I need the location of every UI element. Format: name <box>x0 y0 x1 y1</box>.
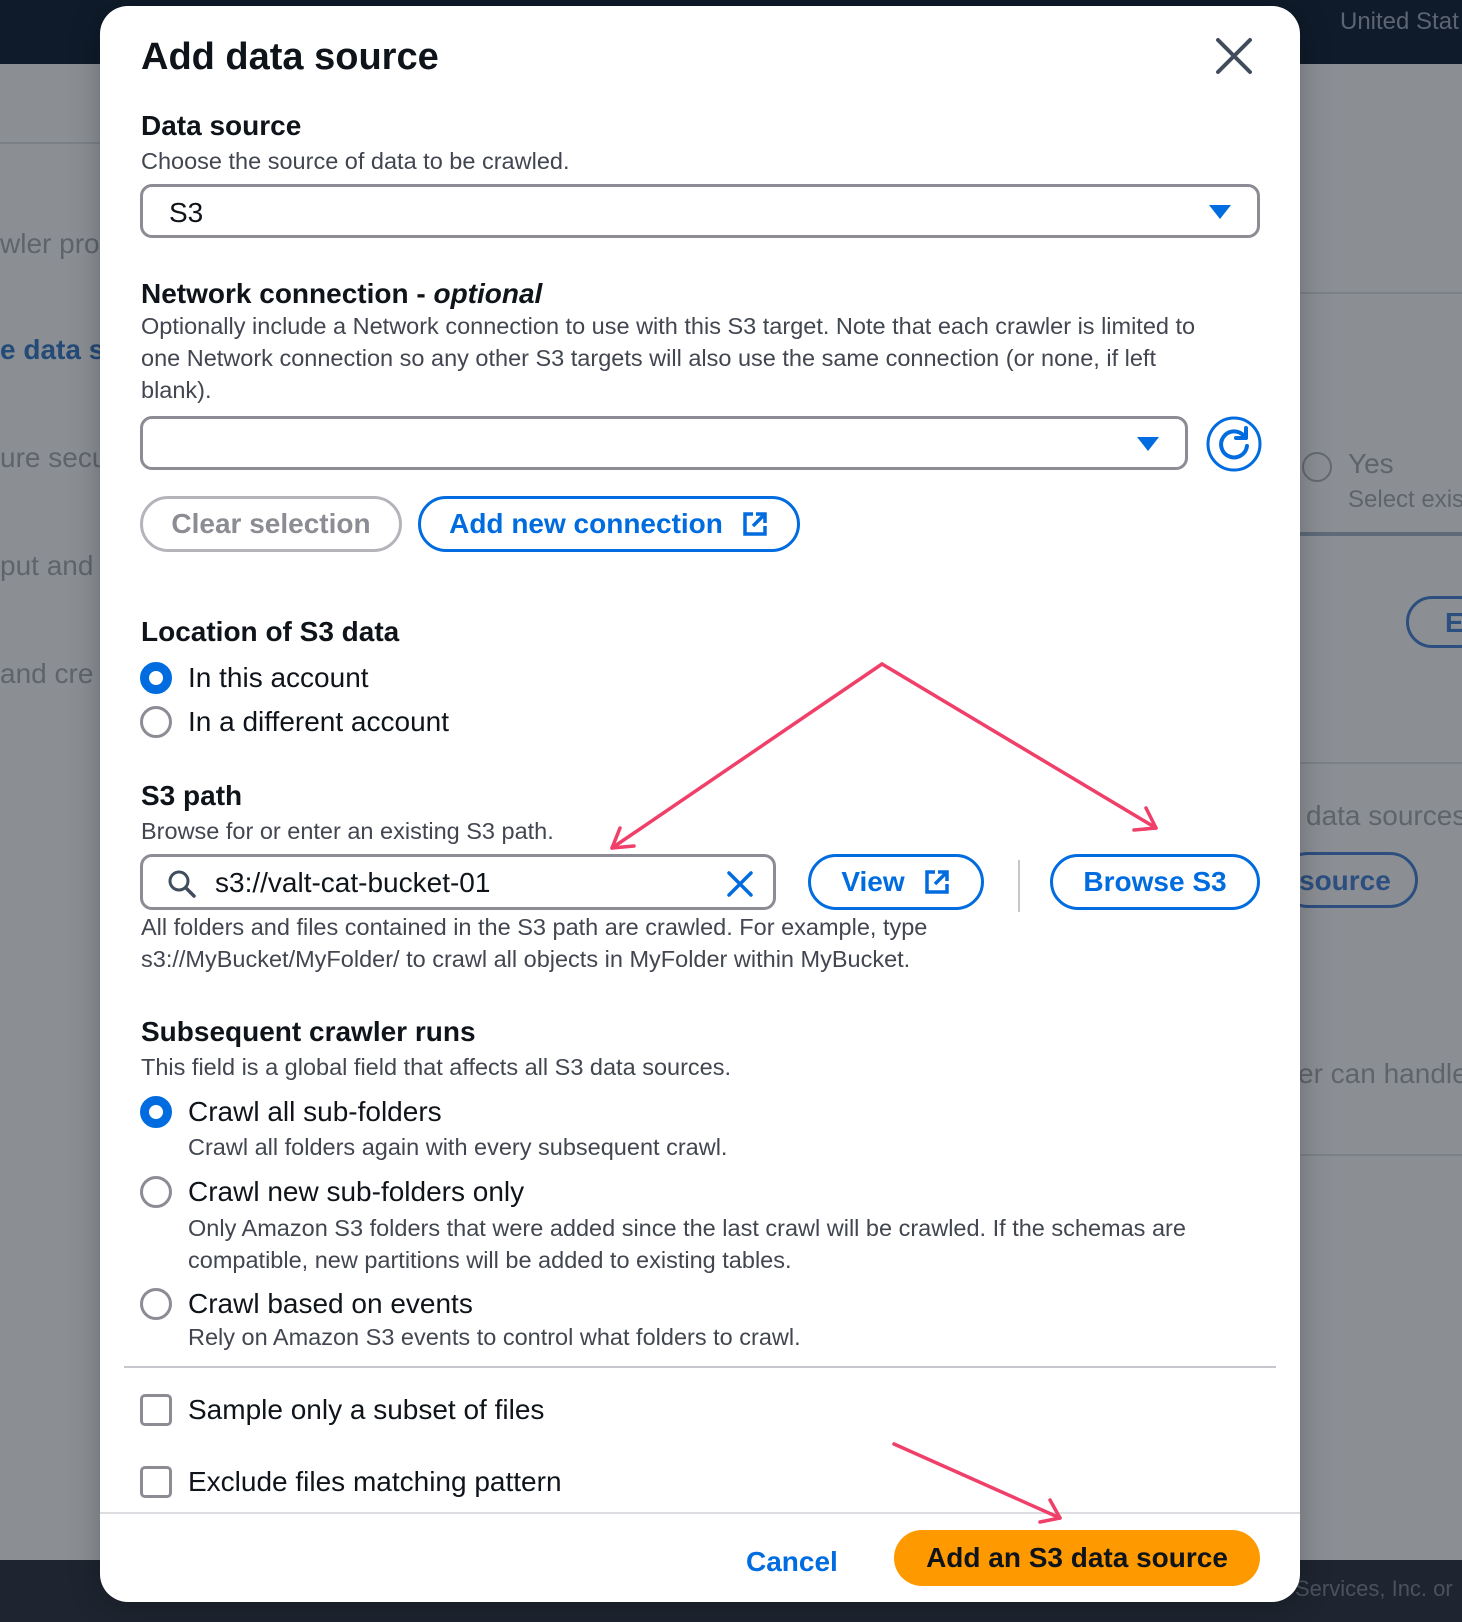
region-selector[interactable]: United Stat <box>1340 8 1459 36</box>
bg-divider <box>1300 292 1462 294</box>
radio-in-different-account[interactable] <box>140 706 172 738</box>
subsequent-runs-description: This field is a global field that affect… <box>141 1054 732 1080</box>
add-new-connection-button[interactable]: Add new connection <box>418 496 800 552</box>
view-label: View <box>841 866 905 897</box>
caret-down-icon <box>1209 205 1231 219</box>
subsequent-runs-label: Subsequent crawler runs <box>141 1016 476 1047</box>
crawl-all-subfolders-label: Crawl all sub-folders <box>188 1096 442 1127</box>
s3-path-help-line-1: All folders and files contained in the S… <box>141 914 928 940</box>
browse-s3-label: Browse S3 <box>1083 866 1227 897</box>
close-icon[interactable] <box>1212 34 1256 78</box>
radio-crawl-based-on-events[interactable] <box>140 1288 172 1320</box>
browse-s3-button[interactable]: Browse S3 <box>1050 854 1260 910</box>
sample-subset-checkbox[interactable] <box>140 1394 172 1426</box>
crawl-based-on-events-desc: Rely on Amazon S3 events to control what… <box>188 1324 801 1350</box>
bg-data-sources-text: data sources <box>1306 800 1462 831</box>
data-source-value: S3 <box>169 197 204 228</box>
data-source-description: Choose the source of data to be crawled. <box>141 148 570 174</box>
bg-divider <box>1300 1154 1462 1156</box>
network-connection-description: Optionally include a Network connection … <box>141 313 1196 403</box>
clear-selection-label: Clear selection <box>171 508 371 539</box>
external-link-icon <box>924 870 949 894</box>
refresh-icon[interactable] <box>1206 416 1262 472</box>
bg-step-security[interactable]: ure secu <box>0 442 107 474</box>
s3-path-description: Browse for or enter an existing S3 path. <box>141 818 554 844</box>
bg-radio-yes[interactable] <box>1302 452 1332 482</box>
radio-in-this-account[interactable] <box>140 662 172 694</box>
s3-path-label: S3 path <box>141 780 243 811</box>
sample-subset-label: Sample only a subset of files <box>188 1394 545 1425</box>
bg-step-crawler-properties[interactable]: wler pro <box>0 228 100 260</box>
clear-selection-button[interactable]: Clear selection <box>140 496 402 552</box>
view-button[interactable]: View <box>808 854 984 910</box>
add-data-source-modal: Add data source Data source Choose the s… <box>100 6 1300 1602</box>
bg-step-review[interactable]: and cre <box>0 658 93 690</box>
bg-can-handle-text: er can handle <box>1298 1058 1462 1089</box>
s3-path-value: s3://valt-cat-bucket-01 <box>215 867 491 898</box>
cancel-button[interactable]: Cancel <box>746 1546 838 1578</box>
s3-path-help-line-2: s3://MyBucket/MyFolder/ to crawl all obj… <box>141 946 911 972</box>
add-new-connection-label: Add new connection <box>449 508 723 539</box>
exclude-pattern-label: Exclude files matching pattern <box>188 1466 562 1497</box>
crawl-based-on-events-label: Crawl based on events <box>188 1288 473 1319</box>
clear-input-icon[interactable] <box>725 869 755 899</box>
search-icon <box>168 870 196 898</box>
radio-crawl-new-subfolders[interactable] <box>140 1176 172 1208</box>
add-s3-data-source-button[interactable]: Add an S3 data source <box>894 1530 1260 1586</box>
bg-step-output[interactable]: put and <box>0 550 93 582</box>
data-source-select[interactable]: S3 <box>140 184 1260 238</box>
add-s3-data-source-label: Add an S3 data source <box>926 1542 1228 1573</box>
optional-tag: optional <box>433 278 543 309</box>
button-separator <box>1018 860 1020 912</box>
footer-divider <box>100 1512 1300 1514</box>
location-label: Location of S3 data <box>141 616 400 647</box>
data-source-label: Data source <box>141 110 302 141</box>
bg-select-existing: Select exis <box>1348 486 1462 513</box>
exclude-pattern-checkbox[interactable] <box>140 1466 172 1498</box>
section-divider <box>124 1366 1276 1368</box>
in-this-account-label: In this account <box>188 662 369 693</box>
crawl-new-subfolders-desc: Only Amazon S3 folders that were added s… <box>188 1215 1186 1273</box>
s3-path-input[interactable]: s3://valt-cat-bucket-01 <box>140 854 776 910</box>
bg-divider <box>0 142 100 144</box>
bg-divider <box>1300 762 1462 764</box>
network-connection-select[interactable] <box>140 416 1188 470</box>
caret-down-icon <box>1137 437 1159 451</box>
bg-divider <box>1300 532 1462 536</box>
in-different-account-label: In a different account <box>188 706 449 737</box>
crawl-all-subfolders-desc: Crawl all folders again with every subse… <box>188 1134 728 1160</box>
footer-copyright: Services, Inc. or <box>1295 1576 1453 1601</box>
bg-add-source-button[interactable]: source <box>1280 852 1418 908</box>
bg-edit-button[interactable]: E <box>1406 596 1462 648</box>
external-link-icon <box>743 512 767 536</box>
modal-title: Add data source <box>141 36 439 78</box>
crawl-new-subfolders-label: Crawl new sub-folders only <box>188 1176 525 1207</box>
radio-crawl-all-subfolders[interactable] <box>140 1096 172 1128</box>
bg-yes-label: Yes <box>1348 448 1394 479</box>
network-connection-label: Network connection - optional <box>141 278 543 309</box>
